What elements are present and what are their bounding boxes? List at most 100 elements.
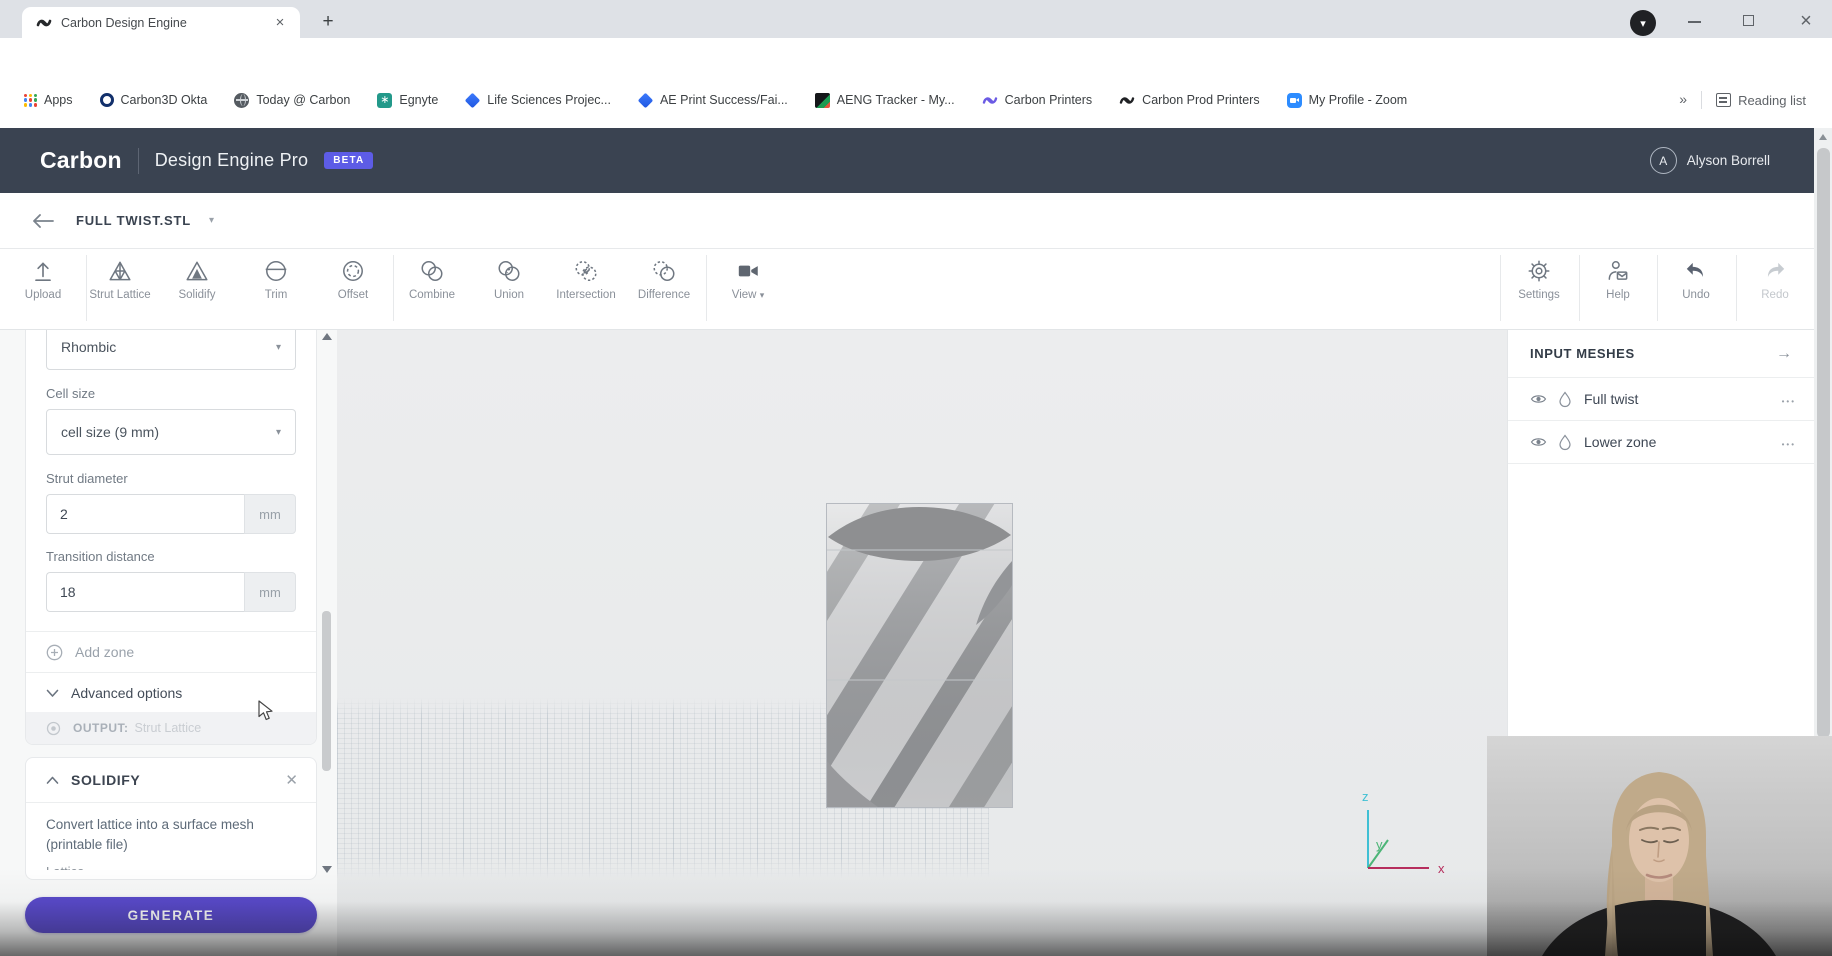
upload-icon <box>35 262 51 282</box>
chevron-up-icon[interactable] <box>46 776 59 785</box>
globe-favicon <box>234 92 250 108</box>
bookmarks-overflow-icon[interactable] <box>1679 91 1687 109</box>
chevron-down-icon <box>276 427 281 438</box>
back-arrow-icon[interactable] <box>32 213 54 228</box>
bookmark-item[interactable]: Carbon Prod Printers <box>1119 93 1260 107</box>
close-icon[interactable] <box>285 771 298 789</box>
item-menu-icon[interactable] <box>1782 435 1796 450</box>
trim-icon <box>265 261 287 281</box>
window-close-button[interactable] <box>1797 12 1815 30</box>
mesh-droplet-icon <box>1559 433 1571 450</box>
item-menu-icon[interactable] <box>1782 392 1796 407</box>
redo-icon <box>1767 262 1785 277</box>
user-name: Alyson Borrell <box>1686 153 1770 168</box>
strut-lattice-icon <box>109 261 131 281</box>
bookmarks-bar: Apps Carbon3D Okta Today @ Carbon Egnyte… <box>0 78 1832 128</box>
help-button[interactable]: Help <box>1580 258 1656 301</box>
cell-size-label: Cell size <box>46 386 96 401</box>
unit-suffix: mm <box>244 494 296 534</box>
reading-list-button[interactable]: Reading list <box>1738 93 1806 108</box>
bookmark-item[interactable]: My Profile - Zoom <box>1286 92 1407 108</box>
media-controls-icon[interactable] <box>1630 10 1656 36</box>
truncated-label: Lattice <box>46 864 296 870</box>
bookmark-item[interactable]: AENG Tracker - My... <box>814 92 955 108</box>
apps-shortcut[interactable]: Apps <box>24 93 73 107</box>
redo-button[interactable]: Redo <box>1737 258 1813 301</box>
gear-icon <box>1528 260 1550 282</box>
intersection-button[interactable]: Intersection <box>548 258 624 301</box>
video-camera-icon <box>738 265 758 277</box>
undo-button[interactable]: Undo <box>1658 258 1734 301</box>
view-button[interactable]: View <box>710 258 786 301</box>
strut-lattice-button[interactable]: Strut Lattice <box>82 258 158 301</box>
solidify-icon <box>186 261 208 281</box>
settings-button[interactable]: Settings <box>1501 258 1577 301</box>
viewport-3d[interactable]: z y x <box>337 330 1507 956</box>
axis-x-label: x <box>1438 861 1445 876</box>
bookmark-item[interactable]: Life Sciences Projec... <box>465 92 611 108</box>
strut-diameter-label: Strut diameter <box>46 471 128 486</box>
visibility-eye-icon[interactable] <box>1530 393 1547 405</box>
strut-diameter-input[interactable] <box>47 495 244 533</box>
carbon-favicon <box>36 19 52 26</box>
mesh-list-item[interactable]: Lower zone <box>1508 420 1814 463</box>
chevron-down-icon <box>276 342 281 353</box>
input-meshes-title: INPUT MESHES <box>1530 346 1635 361</box>
filename-dropdown-icon[interactable] <box>209 215 214 226</box>
trim-button[interactable]: Trim <box>238 258 314 301</box>
bookmark-item[interactable]: Today @ Carbon <box>234 92 350 108</box>
transition-distance-input[interactable] <box>47 573 244 611</box>
browser-tab[interactable]: Carbon Design Engine <box>22 7 300 38</box>
axis-gizmo: z y x <box>1362 789 1445 876</box>
new-tab-button[interactable] <box>316 10 340 34</box>
divider <box>706 255 707 321</box>
union-button[interactable]: Union <box>471 258 547 301</box>
product-name: Design Engine Pro <box>154 150 309 170</box>
tab-title: Carbon Design Engine <box>61 15 187 30</box>
upload-button[interactable]: Upload <box>5 258 81 301</box>
lattice-type-select[interactable]: Rhombic <box>46 330 296 370</box>
twisted-lattice-model[interactable] <box>826 503 1013 808</box>
divider <box>1508 463 1814 464</box>
add-zone-button[interactable]: Add zone <box>26 632 316 672</box>
tools-toolbar: Upload Strut Lattice Solidify Trim Offse… <box>0 248 1814 330</box>
window-minimize-button[interactable] <box>1688 21 1701 23</box>
view-dropdown-icon <box>760 290 765 300</box>
bookmark-item[interactable]: AE Print Success/Fai... <box>637 92 788 108</box>
difference-button[interactable]: Difference <box>626 258 702 301</box>
design-title-bar: FULL TWIST.STL <box>0 193 1814 248</box>
carbon-swoosh-favicon <box>982 96 997 104</box>
bookmark-item[interactable]: Carbon3D Okta <box>99 93 207 107</box>
cell-size-select[interactable]: cell size (9 mm) <box>46 409 296 455</box>
scroll-up-icon[interactable] <box>322 333 332 340</box>
scrollbar-thumb[interactable] <box>322 611 331 771</box>
mouse-cursor <box>258 700 273 721</box>
intersection-icon <box>575 261 597 281</box>
offset-button[interactable]: Offset <box>315 258 391 301</box>
difference-icon <box>653 261 675 281</box>
solidify-button[interactable]: Solidify <box>159 258 235 301</box>
window-maximize-button[interactable] <box>1743 15 1754 26</box>
bookmark-item[interactable]: Carbon Printers <box>982 93 1092 107</box>
scroll-down-icon[interactable] <box>322 866 332 873</box>
browser-tab-strip: Carbon Design Engine <box>0 0 1832 38</box>
left-parameter-panel: Rhombic Cell size cell size (9 mm) Strut… <box>0 330 337 956</box>
visibility-eye-icon[interactable] <box>1530 436 1547 448</box>
presenter-video <box>1487 736 1832 956</box>
user-menu[interactable]: A Alyson Borrell <box>1649 128 1770 193</box>
okta-favicon <box>99 93 114 107</box>
generate-button[interactable]: GENERATE <box>25 897 317 933</box>
combine-button[interactable]: Combine <box>394 258 470 301</box>
scrollbar-thumb[interactable] <box>1816 148 1830 738</box>
egnyte-favicon <box>377 92 393 108</box>
mesh-list-item[interactable]: Full twist <box>1508 377 1814 420</box>
chevron-down-icon <box>46 689 59 697</box>
screen: Carbon Design Engine design.dev3.carbon3… <box>0 0 1832 956</box>
panel-scrollbar[interactable] <box>321 333 333 873</box>
zoom-favicon <box>1286 92 1302 108</box>
collapse-panel-icon[interactable] <box>1776 345 1792 363</box>
scroll-up-icon[interactable] <box>1819 134 1827 140</box>
target-icon <box>46 721 61 735</box>
bookmark-item[interactable]: Egnyte <box>377 92 438 108</box>
tab-close-icon[interactable] <box>272 15 288 31</box>
